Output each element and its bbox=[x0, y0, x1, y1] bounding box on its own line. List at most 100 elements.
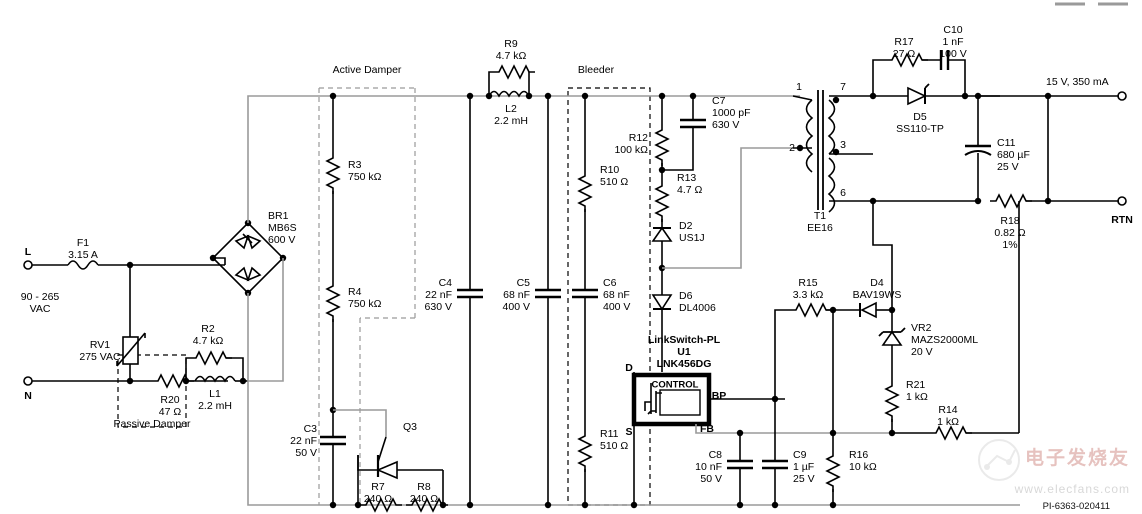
c5-ref: C5 bbox=[517, 277, 531, 289]
c10-line1: 1 nF bbox=[942, 36, 963, 48]
r8-ref: R8 bbox=[417, 481, 431, 493]
br1-ref: BR1 bbox=[268, 210, 289, 222]
wire-pin2-clamp bbox=[662, 147, 793, 269]
c6-line1: 68 nF bbox=[603, 289, 630, 301]
q3-transistor bbox=[357, 436, 443, 480]
r14-ref: R14 bbox=[938, 404, 957, 416]
c3-ref: C3 bbox=[304, 423, 318, 435]
r18-ref: R18 bbox=[1000, 215, 1019, 227]
ic-part-label: LNK456DG bbox=[657, 358, 712, 370]
r12-symbol bbox=[655, 123, 669, 167]
node-r3-top bbox=[329, 92, 337, 100]
r10-value: 510 Ω bbox=[600, 176, 628, 188]
d2-value: US1J bbox=[679, 232, 705, 244]
bleeder-label: Bleeder bbox=[578, 64, 615, 76]
r15-value: 3.3 kΩ bbox=[793, 289, 824, 301]
r18-line1: 0.82 Ω bbox=[994, 227, 1025, 239]
node-c9-gnd bbox=[771, 501, 779, 509]
node-c8-fb bbox=[736, 429, 744, 437]
r20-ref: R20 bbox=[160, 394, 179, 406]
vr2-ref: VR2 bbox=[911, 322, 932, 334]
r11-value: 510 Ω bbox=[600, 440, 628, 452]
node-r7-l bbox=[354, 501, 362, 509]
node-s-gnd bbox=[630, 501, 638, 509]
r18-line2: 1% bbox=[1002, 239, 1017, 251]
node-c4-gnd bbox=[466, 501, 474, 509]
c3-line2: 50 V bbox=[295, 447, 317, 459]
r10-symbol bbox=[578, 169, 592, 213]
t1-pin-2: 2 bbox=[789, 142, 795, 154]
output-return-terminal[interactable] bbox=[1117, 196, 1127, 206]
r2-value: 4.7 kΩ bbox=[193, 335, 224, 347]
c4-line2: 630 V bbox=[425, 301, 452, 313]
output-positive-terminal[interactable] bbox=[1117, 91, 1127, 101]
terminal-label-l: L bbox=[25, 246, 32, 258]
active-damper-label: Active Damper bbox=[333, 64, 402, 76]
c6-ref: C6 bbox=[603, 277, 617, 289]
r11-symbol bbox=[578, 429, 592, 473]
c9-line1: 1 µF bbox=[793, 461, 814, 473]
ic-control-block-label: CONTROL bbox=[652, 380, 699, 391]
r2-ref: R2 bbox=[201, 323, 215, 335]
f1-ref: F1 bbox=[77, 237, 89, 249]
r4-ref: R4 bbox=[348, 286, 362, 298]
pin-s-label: S bbox=[625, 426, 632, 438]
neutral-terminal[interactable] bbox=[23, 376, 33, 386]
r4-symbol bbox=[326, 279, 340, 323]
t1-pin-7: 7 bbox=[840, 81, 846, 93]
c5-line1: 68 nF bbox=[503, 289, 530, 301]
t1-pin-3: 3 bbox=[840, 139, 846, 151]
node-c5-gnd bbox=[544, 501, 552, 509]
pin-bp-label: BP bbox=[712, 390, 727, 402]
node-c8-gnd bbox=[736, 501, 744, 509]
c4-line1: 22 nF bbox=[425, 289, 452, 301]
schematic-canvas: Passive Damper Active Damper Bleeder L F… bbox=[21, 2, 1133, 512]
r16-value: 10 kΩ bbox=[849, 461, 877, 473]
r21-ref: R21 bbox=[906, 379, 925, 391]
c9-ref: C9 bbox=[793, 449, 807, 461]
wire-pin-fb bbox=[695, 424, 890, 434]
r16-ref: R16 bbox=[849, 449, 868, 461]
r3-value: 750 kΩ bbox=[348, 171, 382, 183]
c9-line2: 25 V bbox=[793, 473, 815, 485]
d2-diode bbox=[651, 226, 673, 268]
node-d5-cathode bbox=[961, 92, 969, 100]
r9-value: 4.7 kΩ bbox=[496, 50, 527, 62]
r7-value: 240 Ω bbox=[364, 493, 392, 505]
f1-value: 3.15 A bbox=[68, 249, 98, 261]
t1-pin-6: 6 bbox=[840, 187, 846, 199]
l2-value: 2.2 mH bbox=[494, 115, 528, 127]
br1-line2: 600 V bbox=[268, 234, 295, 246]
r11-ref: R11 bbox=[600, 428, 619, 440]
r14-symbol bbox=[929, 426, 973, 440]
r8-value: 240 Ω bbox=[410, 493, 438, 505]
q3-ref: Q3 bbox=[403, 421, 417, 433]
drawing-number: PI-6363-020411 bbox=[1042, 501, 1110, 512]
r15-symbol bbox=[789, 303, 833, 317]
c8-ref: C8 bbox=[709, 449, 723, 461]
rv1-value: 275 VAC bbox=[79, 351, 121, 363]
r3-symbol bbox=[326, 151, 340, 195]
wire-r2-left bbox=[185, 357, 190, 381]
c11-line2: 25 V bbox=[997, 161, 1019, 173]
d5-value: SS110-TP bbox=[896, 123, 944, 135]
c3-line1: 22 nF bbox=[290, 435, 317, 447]
node-r11-gnd bbox=[581, 501, 589, 509]
output-voltage-label: 15 V, 350 mA bbox=[1046, 76, 1109, 88]
c6-line2: 400 V bbox=[603, 301, 630, 313]
output-return-label: RTN bbox=[1111, 214, 1133, 226]
r18-symbol bbox=[989, 194, 1033, 208]
d4-value: BAV19WS bbox=[853, 289, 902, 301]
wire-r17-left bbox=[872, 59, 886, 96]
wire-q3-collector bbox=[333, 409, 387, 437]
rv1-ref: RV1 bbox=[90, 339, 110, 351]
vr2-line1: MAZS2000ML bbox=[911, 334, 978, 346]
c11-line1: 680 µF bbox=[997, 149, 1030, 161]
node-rv1-top bbox=[126, 261, 134, 269]
node-rv1-bot bbox=[126, 377, 134, 385]
r10-ref: R10 bbox=[600, 164, 619, 176]
line-terminal[interactable] bbox=[23, 260, 33, 270]
input-voltage-line1: 90 - 265 bbox=[21, 291, 60, 303]
l2-ref: L2 bbox=[505, 103, 517, 115]
d6-value: DL4006 bbox=[679, 302, 716, 314]
